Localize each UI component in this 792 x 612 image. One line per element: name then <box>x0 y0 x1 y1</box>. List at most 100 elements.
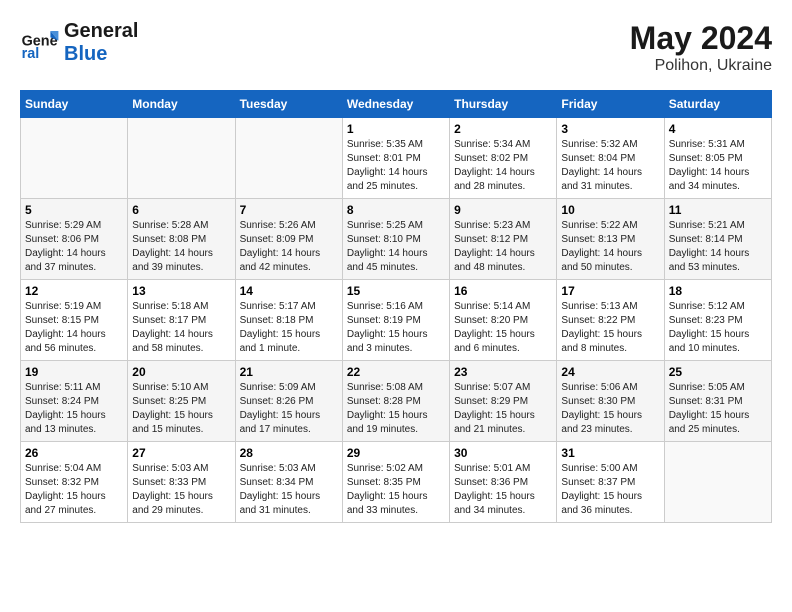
calendar-cell: 31 Sunrise: 5:00 AM Sunset: 8:37 PM Dayli… <box>557 442 664 523</box>
calendar-cell: 13 Sunrise: 5:18 AM Sunset: 8:17 PM Dayli… <box>128 280 235 361</box>
weekday-header-wednesday: Wednesday <box>342 91 449 118</box>
calendar-cell: 9 Sunrise: 5:23 AM Sunset: 8:12 PM Daylig… <box>450 199 557 280</box>
day-number: 9 <box>454 203 552 217</box>
day-number: 30 <box>454 446 552 460</box>
day-info: Sunrise: 5:19 AM Sunset: 8:15 PM Dayligh… <box>25 300 123 356</box>
day-number: 31 <box>561 446 659 460</box>
day-number: 10 <box>561 203 659 217</box>
day-info: Sunrise: 5:23 AM Sunset: 8:12 PM Dayligh… <box>454 219 552 275</box>
day-number: 1 <box>347 122 445 136</box>
calendar-week-1: 1 Sunrise: 5:35 AM Sunset: 8:01 PM Daylig… <box>21 118 772 199</box>
calendar-header-row: SundayMondayTuesdayWednesdayThursdayFrid… <box>21 91 772 118</box>
day-number: 16 <box>454 284 552 298</box>
calendar-cell: 15Sunrise: 5:16 AM Sunset: 8:19 PM Dayli… <box>342 280 449 361</box>
day-number: 29 <box>347 446 445 460</box>
logo-icon: Gene ral <box>20 23 60 63</box>
day-number: 19 <box>25 365 123 379</box>
calendar-cell: 7 Sunrise: 5:26 AM Sunset: 8:09 PM Daylig… <box>235 199 342 280</box>
calendar-cell: 12 Sunrise: 5:19 AM Sunset: 8:15 PM Dayli… <box>21 280 128 361</box>
day-info: Sunrise: 5:09 AM Sunset: 8:26 PM Dayligh… <box>240 381 338 437</box>
weekday-header-friday: Friday <box>557 91 664 118</box>
day-info: Sunrise: 5:04 AM Sunset: 8:32 PM Dayligh… <box>25 462 123 518</box>
day-info: Sunrise: 5:35 AM Sunset: 8:01 PM Dayligh… <box>347 138 445 194</box>
calendar-cell: 20 Sunrise: 5:10 AM Sunset: 8:25 PM Dayli… <box>128 361 235 442</box>
calendar-cell <box>21 118 128 199</box>
weekday-header-tuesday: Tuesday <box>235 91 342 118</box>
calendar-cell: 18Sunrise: 5:12 AM Sunset: 8:23 PM Dayli… <box>664 280 771 361</box>
calendar-cell: 14 Sunrise: 5:17 AM Sunset: 8:18 PM Dayli… <box>235 280 342 361</box>
day-number: 8 <box>347 203 445 217</box>
day-number: 15 <box>347 284 445 298</box>
day-number: 4 <box>669 122 767 136</box>
day-number: 11 <box>669 203 767 217</box>
svg-text:ral: ral <box>22 46 40 62</box>
logo-line2: Blue <box>64 43 138 66</box>
calendar-cell <box>128 118 235 199</box>
calendar-cell: 23Sunrise: 5:07 AM Sunset: 8:29 PM Dayli… <box>450 361 557 442</box>
day-info: Sunrise: 5:02 AM Sunset: 8:35 PM Dayligh… <box>347 462 445 518</box>
day-number: 7 <box>240 203 338 217</box>
page-header: Gene ral General Blue May 2024 Polihon, … <box>20 20 772 75</box>
calendar-cell: 2Sunrise: 5:34 AM Sunset: 8:02 PM Daylig… <box>450 118 557 199</box>
calendar-cell: 3 Sunrise: 5:32 AM Sunset: 8:04 PM Daylig… <box>557 118 664 199</box>
day-info: Sunrise: 5:25 AM Sunset: 8:10 PM Dayligh… <box>347 219 445 275</box>
calendar-cell: 11 Sunrise: 5:21 AM Sunset: 8:14 PM Dayli… <box>664 199 771 280</box>
calendar-cell: 22Sunrise: 5:08 AM Sunset: 8:28 PM Dayli… <box>342 361 449 442</box>
day-number: 13 <box>132 284 230 298</box>
day-number: 17 <box>561 284 659 298</box>
day-info: Sunrise: 5:34 AM Sunset: 8:02 PM Dayligh… <box>454 138 552 194</box>
calendar-cell: 4Sunrise: 5:31 AM Sunset: 8:05 PM Daylig… <box>664 118 771 199</box>
calendar-cell: 28Sunrise: 5:03 AM Sunset: 8:34 PM Dayli… <box>235 442 342 523</box>
month-title: May 2024 <box>630 20 772 57</box>
calendar-week-2: 5Sunrise: 5:29 AM Sunset: 8:06 PM Daylig… <box>21 199 772 280</box>
day-info: Sunrise: 5:18 AM Sunset: 8:17 PM Dayligh… <box>132 300 230 356</box>
calendar-cell: 30Sunrise: 5:01 AM Sunset: 8:36 PM Dayli… <box>450 442 557 523</box>
day-info: Sunrise: 5:26 AM Sunset: 8:09 PM Dayligh… <box>240 219 338 275</box>
calendar-cell: 19Sunrise: 5:11 AM Sunset: 8:24 PM Dayli… <box>21 361 128 442</box>
day-info: Sunrise: 5:07 AM Sunset: 8:29 PM Dayligh… <box>454 381 552 437</box>
calendar-cell: 26Sunrise: 5:04 AM Sunset: 8:32 PM Dayli… <box>21 442 128 523</box>
day-info: Sunrise: 5:21 AM Sunset: 8:14 PM Dayligh… <box>669 219 767 275</box>
calendar-cell: 5Sunrise: 5:29 AM Sunset: 8:06 PM Daylig… <box>21 199 128 280</box>
calendar-cell: 21 Sunrise: 5:09 AM Sunset: 8:26 PM Dayli… <box>235 361 342 442</box>
day-number: 14 <box>240 284 338 298</box>
location: Polihon, Ukraine <box>630 57 772 75</box>
calendar-week-3: 12 Sunrise: 5:19 AM Sunset: 8:15 PM Dayli… <box>21 280 772 361</box>
day-number: 25 <box>669 365 767 379</box>
calendar-cell: 17 Sunrise: 5:13 AM Sunset: 8:22 PM Dayli… <box>557 280 664 361</box>
day-info: Sunrise: 5:17 AM Sunset: 8:18 PM Dayligh… <box>240 300 338 356</box>
day-number: 21 <box>240 365 338 379</box>
day-info: Sunrise: 5:06 AM Sunset: 8:30 PM Dayligh… <box>561 381 659 437</box>
day-number: 22 <box>347 365 445 379</box>
day-info: Sunrise: 5:29 AM Sunset: 8:06 PM Dayligh… <box>25 219 123 275</box>
calendar-cell: 1 Sunrise: 5:35 AM Sunset: 8:01 PM Daylig… <box>342 118 449 199</box>
day-number: 28 <box>240 446 338 460</box>
day-number: 27 <box>132 446 230 460</box>
calendar-cell: 16Sunrise: 5:14 AM Sunset: 8:20 PM Dayli… <box>450 280 557 361</box>
day-info: Sunrise: 5:03 AM Sunset: 8:33 PM Dayligh… <box>132 462 230 518</box>
day-info: Sunrise: 5:28 AM Sunset: 8:08 PM Dayligh… <box>132 219 230 275</box>
day-info: Sunrise: 5:22 AM Sunset: 8:13 PM Dayligh… <box>561 219 659 275</box>
calendar-cell: 10 Sunrise: 5:22 AM Sunset: 8:13 PM Dayli… <box>557 199 664 280</box>
day-number: 12 <box>25 284 123 298</box>
day-number: 24 <box>561 365 659 379</box>
day-number: 20 <box>132 365 230 379</box>
calendar-cell: 29 Sunrise: 5:02 AM Sunset: 8:35 PM Dayli… <box>342 442 449 523</box>
day-info: Sunrise: 5:32 AM Sunset: 8:04 PM Dayligh… <box>561 138 659 194</box>
day-number: 3 <box>561 122 659 136</box>
day-info: Sunrise: 5:00 AM Sunset: 8:37 PM Dayligh… <box>561 462 659 518</box>
weekday-header-sunday: Sunday <box>21 91 128 118</box>
day-number: 18 <box>669 284 767 298</box>
day-info: Sunrise: 5:13 AM Sunset: 8:22 PM Dayligh… <box>561 300 659 356</box>
calendar-cell: 6 Sunrise: 5:28 AM Sunset: 8:08 PM Daylig… <box>128 199 235 280</box>
weekday-header-monday: Monday <box>128 91 235 118</box>
day-number: 6 <box>132 203 230 217</box>
weekday-header-thursday: Thursday <box>450 91 557 118</box>
calendar-week-4: 19Sunrise: 5:11 AM Sunset: 8:24 PM Dayli… <box>21 361 772 442</box>
weekday-header-saturday: Saturday <box>664 91 771 118</box>
calendar-week-5: 26Sunrise: 5:04 AM Sunset: 8:32 PM Dayli… <box>21 442 772 523</box>
logo-line1: General <box>64 20 138 43</box>
calendar-cell <box>235 118 342 199</box>
day-info: Sunrise: 5:10 AM Sunset: 8:25 PM Dayligh… <box>132 381 230 437</box>
title-block: May 2024 Polihon, Ukraine <box>630 20 772 75</box>
